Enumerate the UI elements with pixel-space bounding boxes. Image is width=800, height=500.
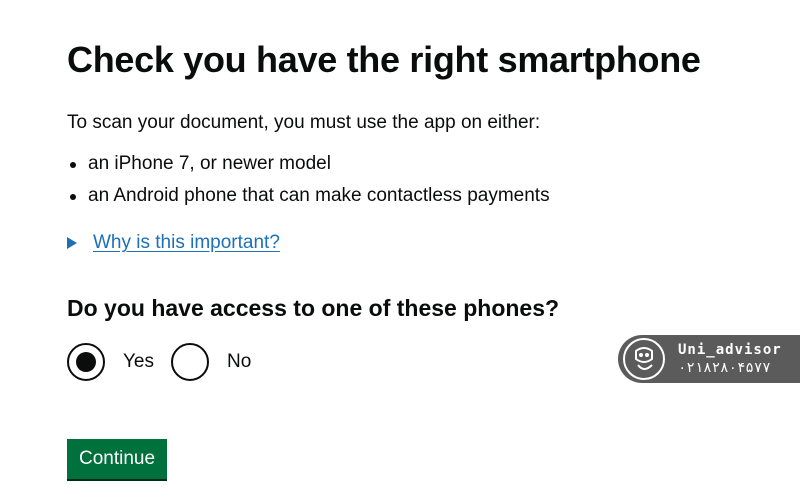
- radio-label-no[interactable]: No: [227, 351, 251, 373]
- watermark-phone: ۰۲۱۸۲۸۰۴۵۷۷: [678, 360, 771, 376]
- continue-button[interactable]: Continue: [67, 439, 168, 479]
- list-item: an iPhone 7, or newer model: [67, 152, 727, 176]
- list-item: an Android phone that can make contactle…: [67, 184, 727, 208]
- page-title: Check you have the right smartphone: [67, 39, 701, 80]
- question-heading: Do you have access to one of these phone…: [67, 295, 560, 321]
- phone-list: an iPhone 7, or newer model an Android p…: [67, 152, 727, 208]
- radio-dot: [76, 352, 96, 372]
- radio-circle[interactable]: [171, 343, 209, 381]
- intro-text: To scan your document, you must use the …: [67, 112, 541, 133]
- radio-no[interactable]: No: [171, 343, 251, 381]
- watermark: Uni_advisor ۰۲۱۸۲۸۰۴۵۷۷: [618, 335, 800, 383]
- radio-circle-selected[interactable]: [67, 343, 105, 381]
- why-important-link[interactable]: Why is this important?: [93, 231, 280, 255]
- triangle-right-icon[interactable]: [67, 237, 77, 249]
- main-content: Check you have the right smartphone To s…: [67, 38, 727, 479]
- watermark-name: Uni_advisor: [678, 342, 782, 358]
- details-toggle[interactable]: Why is this important?: [67, 231, 727, 255]
- watermark-text: Uni_advisor ۰۲۱۸۲۸۰۴۵۷۷: [678, 341, 782, 377]
- owl-logo-icon: [623, 338, 665, 380]
- radio-label-yes[interactable]: Yes: [123, 351, 154, 373]
- radio-yes[interactable]: Yes: [67, 343, 154, 381]
